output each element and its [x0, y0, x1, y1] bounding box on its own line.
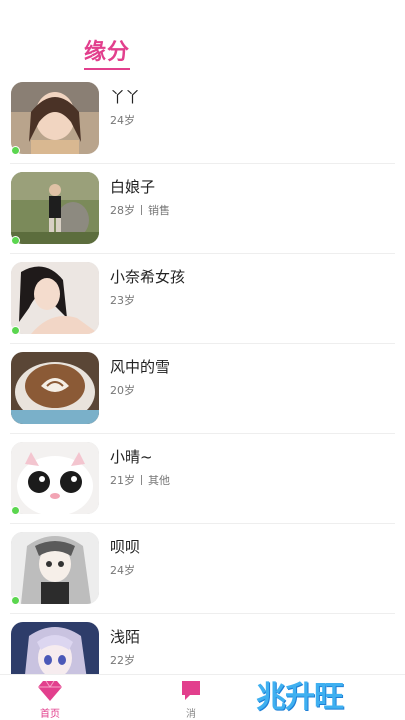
message-icon [182, 681, 200, 700]
separator [141, 475, 142, 485]
avatar[interactable] [11, 82, 99, 154]
user-card[interactable]: 丫丫 24岁 [0, 74, 405, 164]
user-card[interactable]: 小奈希女孩 23岁 [0, 254, 405, 344]
user-name: 丫丫 [110, 88, 141, 106]
avatar[interactable] [11, 172, 99, 244]
user-name: 白娘子 [110, 178, 156, 196]
avatar[interactable] [11, 532, 99, 604]
avatar[interactable] [11, 442, 99, 514]
user-meta: 20岁 [110, 382, 135, 398]
tab-messages[interactable]: 消 [166, 677, 216, 720]
avatar-photo [11, 442, 99, 514]
user-name: 浅陌 [110, 628, 141, 646]
avatar[interactable] [11, 352, 99, 424]
user-card[interactable]: 呗呗 24岁 [0, 524, 405, 614]
avatar[interactable] [11, 262, 99, 334]
user-age: 22岁 [110, 654, 135, 667]
header: 缘分 [0, 0, 405, 80]
user-name: 呗呗 [110, 538, 141, 556]
online-status-dot [11, 326, 20, 335]
tab-home-label: 首页 [40, 709, 60, 720]
online-status-dot [11, 146, 20, 155]
user-job: 其他 [148, 474, 170, 487]
user-meta: 28岁 销售 [110, 202, 170, 218]
avatar-photo [11, 172, 99, 244]
user-name: 小奈希女孩 [110, 268, 186, 286]
user-meta: 23岁 [110, 292, 135, 308]
user-meta: 24岁 [110, 112, 135, 128]
user-age: 28岁 [110, 204, 135, 217]
tab-messages-label: 消 [186, 709, 196, 720]
user-age: 21岁 [110, 474, 135, 487]
watermark-logo: 兆升旺 [256, 680, 344, 715]
user-job: 销售 [148, 204, 170, 217]
online-status-dot [11, 236, 20, 245]
avatar-photo [11, 82, 99, 154]
page-title: 缘分 [84, 34, 131, 70]
user-card[interactable]: 风中的雪 20岁 [0, 344, 405, 434]
user-age: 24岁 [110, 564, 135, 577]
user-card[interactable]: 小晴~ 21岁 其他 [0, 434, 405, 524]
user-card[interactable]: 白娘子 28岁 销售 [0, 164, 405, 254]
online-status-dot [11, 596, 20, 605]
user-meta: 22岁 [110, 652, 135, 668]
user-meta: 21岁 其他 [110, 472, 170, 488]
user-name: 小晴~ [110, 448, 153, 466]
online-status-dot [11, 506, 20, 515]
user-name: 风中的雪 [110, 358, 171, 376]
user-list: 丫丫 24岁 白娘子 28岁 销售 小奈希女孩 23岁 风中的雪 20岁 小晴~… [0, 74, 405, 704]
separator [141, 205, 142, 215]
tab-home[interactable]: 首页 [20, 677, 80, 720]
user-age: 24岁 [110, 114, 135, 127]
avatar-photo [11, 262, 99, 334]
avatar-photo [11, 352, 99, 424]
diamond-icon [38, 680, 62, 701]
bottom-tab-bar: 首页 消 [0, 674, 405, 720]
user-meta: 24岁 [110, 562, 135, 578]
avatar-photo [11, 532, 99, 604]
user-age: 20岁 [110, 384, 135, 397]
user-age: 23岁 [110, 294, 135, 307]
